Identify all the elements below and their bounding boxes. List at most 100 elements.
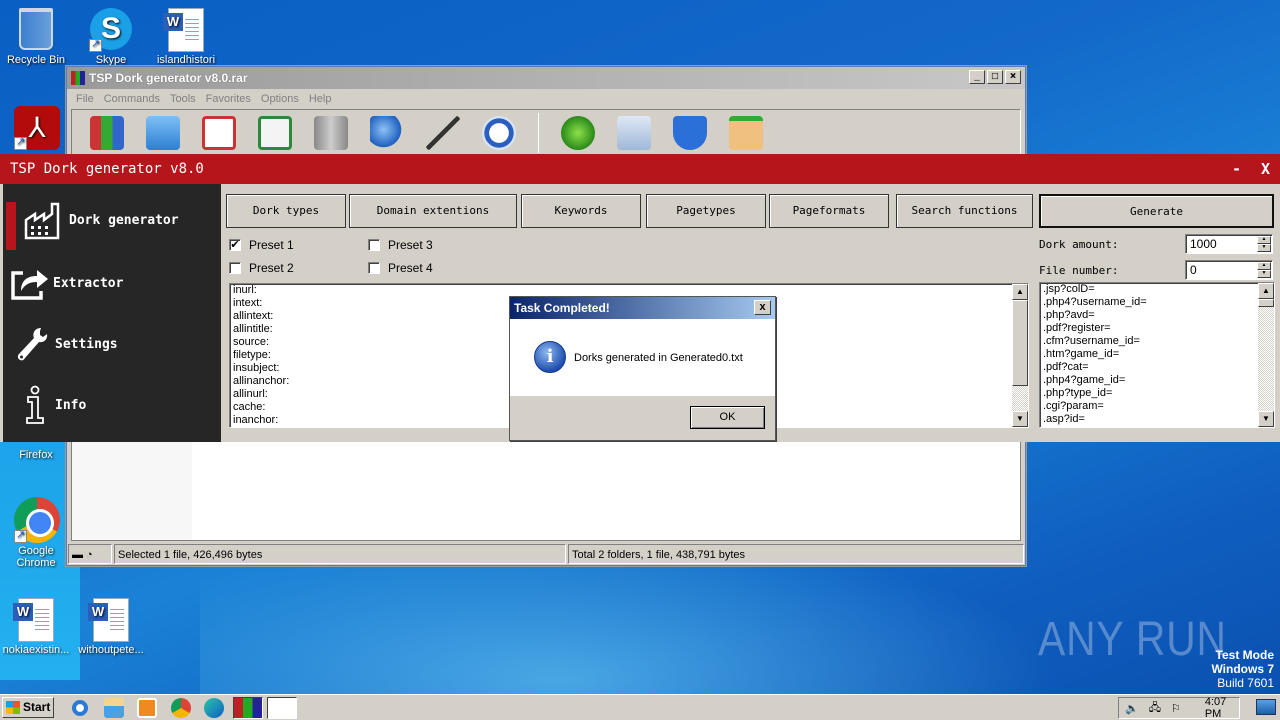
desktop-icon-chrome[interactable]: Google Chrome (0, 497, 72, 569)
list-item[interactable]: .cgi?param= (1040, 400, 1274, 413)
wizard-icon[interactable] (426, 116, 460, 150)
action-center-flag-icon[interactable]: ⚐ (1171, 702, 1181, 715)
vertical-scrollbar[interactable]: ▲ ▼ (1012, 284, 1028, 427)
sidebar-item-settings[interactable]: Settings (3, 316, 221, 372)
media-player-icon[interactable] (137, 698, 157, 718)
sfx-icon[interactable] (729, 116, 763, 150)
winrar-taskbar-button[interactable] (233, 697, 263, 719)
tab-domain-extentions[interactable]: Domain extentions (349, 194, 517, 228)
checkbox-unchecked[interactable] (229, 262, 241, 274)
list-item[interactable]: .asp?id= (1040, 413, 1274, 426)
vertical-scrollbar[interactable]: ▲ ▼ (1258, 283, 1274, 427)
scroll-down-arrow[interactable]: ▼ (1012, 411, 1028, 427)
list-item[interactable]: .php4?game_id= (1040, 374, 1274, 387)
protect-icon[interactable] (673, 116, 707, 150)
menu-tools[interactable]: Tools (165, 89, 201, 109)
scroll-down-arrow[interactable]: ▼ (1258, 411, 1274, 427)
scroll-up-arrow[interactable]: ▲ (1258, 283, 1274, 299)
tsp-close-button[interactable]: X (1261, 154, 1270, 184)
show-desktop-button[interactable] (1256, 699, 1276, 715)
desktop-icon-nokiaexistin[interactable]: nokiaexistin... (0, 598, 72, 656)
tab-keywords[interactable]: Keywords (521, 194, 641, 228)
delete-icon[interactable] (314, 116, 348, 150)
winrar-title-bar[interactable]: TSP Dork generator v8.0.rar _ □ × (67, 67, 1025, 89)
generate-button[interactable]: Generate (1039, 194, 1274, 228)
minimize-button[interactable]: _ (969, 70, 985, 84)
desktop-icon-skype[interactable]: S Skype (75, 8, 147, 66)
preset-1-checkbox[interactable]: ✔ Preset 1 (229, 238, 294, 252)
menu-help[interactable]: Help (304, 89, 337, 109)
spin-up-button[interactable]: ▲ (1257, 236, 1271, 244)
tab-pageformats[interactable]: Pageformats (769, 194, 889, 228)
file-number-value[interactable]: 0 (1190, 263, 1197, 277)
dialog-close-button[interactable]: x (754, 300, 771, 315)
dialog-title-bar[interactable]: Task Completed! x (510, 297, 775, 319)
comment-icon[interactable] (617, 116, 651, 150)
desktop-icon-firefox[interactable]: Firefox (0, 449, 72, 461)
add-icon[interactable] (90, 116, 124, 150)
ok-button[interactable]: OK (690, 406, 765, 429)
start-button[interactable]: Start (2, 697, 54, 718)
checkbox-unchecked[interactable] (368, 239, 380, 251)
menu-favorites[interactable]: Favorites (201, 89, 256, 109)
tsp-minimize-button[interactable]: - (1232, 154, 1241, 184)
preset-3-checkbox[interactable]: Preset 3 (368, 238, 433, 252)
find-icon[interactable] (370, 116, 404, 150)
list-item[interactable]: .pdf?register= (1040, 322, 1274, 335)
preset-2-checkbox[interactable]: Preset 2 (229, 261, 294, 275)
desktop-icon-recycle-bin[interactable]: Recycle Bin (0, 8, 72, 66)
menu-file[interactable]: File (71, 89, 99, 109)
menu-options[interactable]: Options (256, 89, 304, 109)
desktop-icon-withoutpete[interactable]: withoutpete... (75, 598, 147, 656)
edge-icon[interactable] (204, 698, 224, 718)
maximize-button[interactable]: □ (987, 70, 1003, 84)
spin-down-button[interactable]: ▼ (1257, 244, 1271, 252)
output-list[interactable]: .jsp?colD= .php4?username_id= .php?avd= .pd… (1039, 282, 1275, 428)
extract-to-icon[interactable] (146, 116, 180, 150)
tsp-taskbar-button[interactable] (267, 697, 297, 719)
list-item[interactable]: .php?avd= (1040, 309, 1274, 322)
sidebar-item-dork-generator[interactable]: Dork generator (3, 192, 221, 250)
menu-commands[interactable]: Commands (99, 89, 165, 109)
scroll-thumb[interactable] (1012, 300, 1028, 386)
tab-search-functions[interactable]: Search functions (896, 194, 1033, 228)
desktop-icon-islandhistori[interactable]: islandhistori (150, 8, 222, 66)
internet-explorer-icon[interactable] (70, 698, 90, 718)
tab-pagetypes[interactable]: Pagetypes (646, 194, 766, 228)
dork-amount-spinner[interactable]: 1000 ▲ ▼ (1185, 234, 1273, 254)
winrar-file-list[interactable] (71, 437, 1021, 541)
network-icon[interactable]: 🖧 (1149, 699, 1161, 718)
sidebar-item-extractor[interactable]: Extractor (3, 255, 221, 311)
volume-icon[interactable]: 🔈 (1125, 702, 1139, 715)
scroll-thumb[interactable] (1258, 299, 1274, 307)
spin-up-button[interactable]: ▲ (1257, 262, 1271, 270)
test-icon[interactable] (202, 116, 236, 150)
desktop-icon-acrobat[interactable]: ⅄ (0, 106, 72, 152)
list-item[interactable]: .htm?game_id= (1040, 348, 1274, 361)
chrome-taskbar-icon[interactable] (171, 698, 191, 718)
anyrun-watermark: ANY RUN (1038, 613, 1227, 666)
list-item[interactable]: .php?type_id= (1040, 387, 1274, 400)
spin-down-button[interactable]: ▼ (1257, 270, 1271, 278)
desktop-icon-label: Skype (95, 54, 127, 66)
file-number-spinner[interactable]: 0 ▲ ▼ (1185, 260, 1273, 280)
checkbox-unchecked[interactable] (368, 262, 380, 274)
tsp-title-bar[interactable]: TSP Dork generator v8.0 - X (0, 154, 1280, 184)
close-button[interactable]: × (1005, 70, 1021, 84)
list-item[interactable]: .cfm?username_id= (1040, 335, 1274, 348)
checkbox-checked[interactable]: ✔ (229, 239, 241, 251)
wrench-icon (17, 328, 48, 361)
info-icon[interactable] (482, 116, 516, 150)
clock[interactable]: 4:07 PM (1205, 696, 1239, 720)
preset-4-checkbox[interactable]: Preset 4 (368, 261, 433, 275)
list-item[interactable]: .jsp?colD= (1040, 283, 1274, 296)
file-explorer-icon[interactable] (104, 698, 124, 718)
virus-scan-icon[interactable] (561, 116, 595, 150)
list-item[interactable]: .pdf?cat= (1040, 361, 1274, 374)
tab-dork-types[interactable]: Dork types (226, 194, 346, 228)
list-item[interactable]: .php4?username_id= (1040, 296, 1274, 309)
sidebar-item-info[interactable]: Info (3, 377, 221, 433)
view-icon[interactable] (258, 116, 292, 150)
scroll-up-arrow[interactable]: ▲ (1012, 284, 1028, 300)
dork-amount-value[interactable]: 1000 (1190, 237, 1217, 251)
